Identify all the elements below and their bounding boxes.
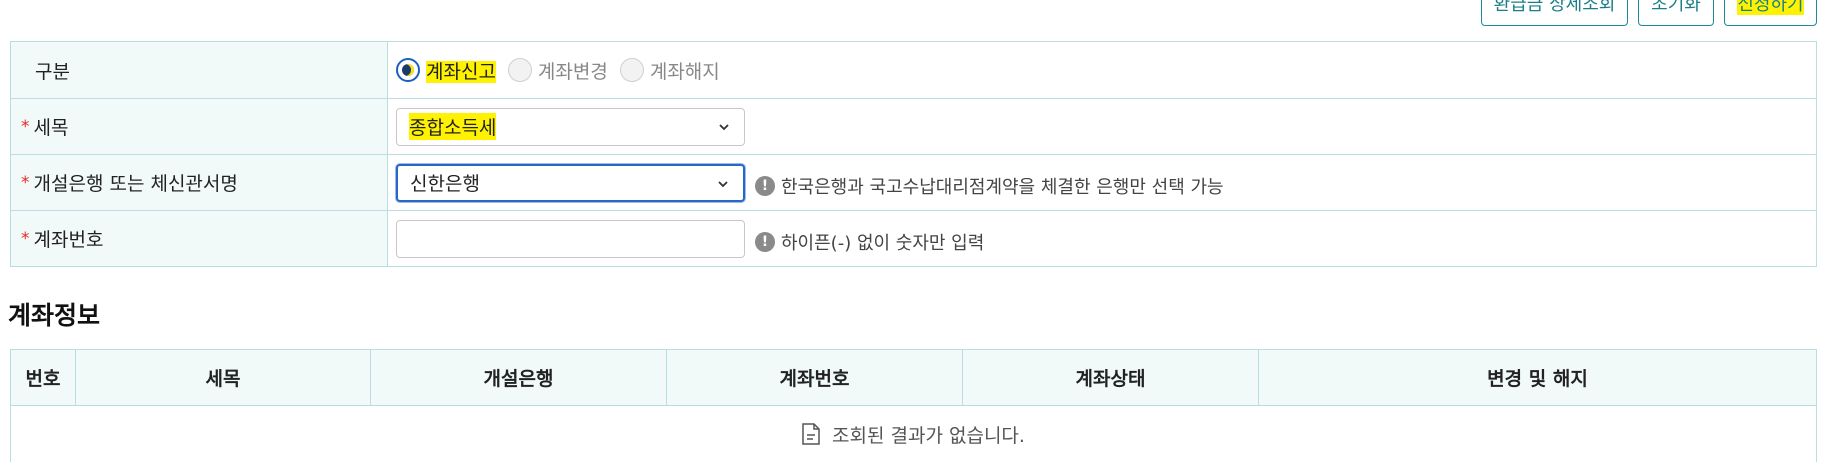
radio-report-label: 계좌신고 (426, 60, 496, 83)
required-mark: * (21, 172, 30, 193)
account-label: * 계좌번호 (11, 211, 388, 266)
radio-report-indicator[interactable] (396, 58, 420, 82)
info-icon: ! (755, 175, 775, 196)
form-row-tax-item: * 세목 종합소득세 (11, 98, 1816, 154)
form-row-type: 구분 계좌신고 계좌변경 계좌해지 (11, 42, 1816, 98)
column-header: 개설은행 (370, 350, 666, 405)
account-hint-text: 하이픈(-) 없이 숫자만 입력 (781, 232, 985, 254)
radio-cancel-label: 계좌해지 (649, 60, 720, 83)
column-header: 변경 및 해지 (1258, 350, 1816, 405)
radio-change-label: 계좌변경 (537, 60, 608, 83)
info-icon: ! (755, 231, 775, 252)
radio-cancel-indicator[interactable] (619, 58, 644, 82)
form-row-account: * 계좌번호 ! 하이픈(-) 없이 숫자만 입력 (11, 210, 1816, 266)
radio-report[interactable]: 계좌신고 (396, 57, 496, 84)
tax-item-label: * 세목 (11, 99, 388, 154)
section-title: 계좌정보 (8, 301, 101, 330)
bank-hint: ! 한국은행과 국고수납대리점계약을 체결한 은행만 선택 가능 (755, 173, 1224, 199)
column-header: 계좌상태 (962, 350, 1258, 405)
account-info-table: 번호 세목 개설은행 계좌번호 계좌상태 변경 및 해지 조회된 결과가 없습니… (10, 349, 1817, 462)
reset-button[interactable]: 초기화 (1638, 0, 1714, 26)
bank-value: 신한은행 (410, 173, 480, 195)
account-form: 구분 계좌신고 계좌변경 계좌해지 * 세목 종합소득세 * 개설은행 또는 체… (10, 41, 1817, 267)
account-number-input[interactable] (396, 219, 745, 258)
radio-change[interactable]: 계좌변경 (507, 57, 608, 84)
account-label-text: 계좌번호 (33, 229, 104, 251)
column-header: 계좌번호 (666, 350, 962, 405)
radio-change-indicator[interactable] (507, 58, 532, 82)
empty-row: 조회된 결과가 없습니다. (11, 406, 1816, 462)
type-label: 구분 (11, 42, 388, 98)
table-header: 번호 세목 개설은행 계좌번호 계좌상태 변경 및 해지 (11, 350, 1816, 406)
bank-hint-text: 한국은행과 국고수납대리점계약을 체결한 은행만 선택 가능 (781, 176, 1224, 198)
bank-select[interactable]: 신한은행 (396, 163, 745, 202)
bank-label: * 개설은행 또는 체신관서명 (11, 155, 388, 210)
tax-item-label-text: 세목 (33, 117, 69, 139)
required-mark: * (21, 116, 30, 137)
tax-item-value: 종합소득세 (409, 113, 497, 140)
empty-message: 조회된 결과가 없습니다. (832, 424, 1025, 447)
radio-cancel[interactable]: 계좌해지 (619, 57, 720, 84)
type-radio-group: 계좌신고 계좌변경 계좌해지 (388, 42, 1816, 98)
top-button-bar: 환급금 상세조회 초기화 신청하기 (0, 0, 1827, 26)
document-icon (802, 423, 820, 445)
refund-detail-button[interactable]: 환급금 상세조회 (1481, 0, 1628, 26)
chevron-down-icon (718, 180, 728, 187)
account-hint: ! 하이픈(-) 없이 숫자만 입력 (755, 229, 984, 255)
tax-item-select[interactable]: 종합소득세 (396, 107, 745, 146)
required-mark: * (21, 228, 30, 249)
bank-label-text: 개설은행 또는 체신관서명 (33, 173, 238, 195)
apply-button[interactable]: 신청하기 (1724, 0, 1817, 26)
chevron-down-icon (719, 123, 729, 130)
column-header: 번호 (25, 368, 61, 390)
form-row-bank: * 개설은행 또는 체신관서명 신한은행 ! 한국은행과 국고수납대리점계약을 … (11, 154, 1816, 210)
column-header: 세목 (75, 350, 370, 405)
